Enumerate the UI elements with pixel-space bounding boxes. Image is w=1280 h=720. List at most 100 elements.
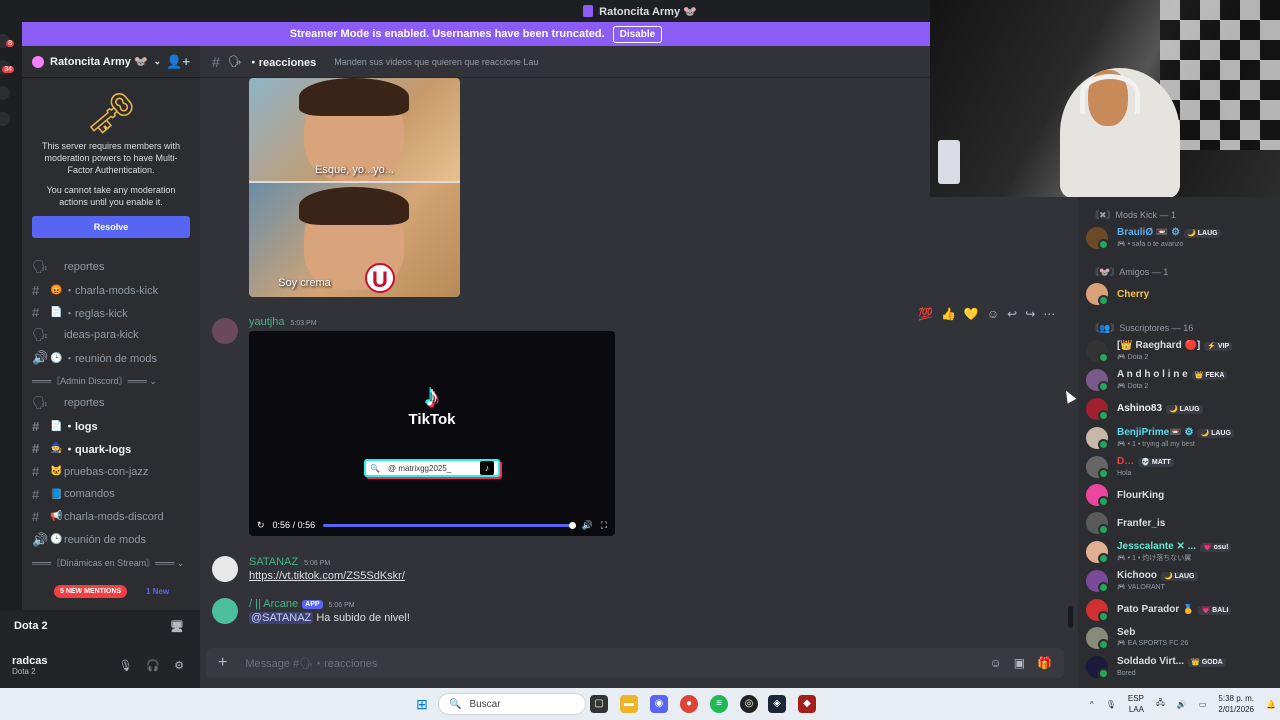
member-item[interactable]: Seb 🎮 EA SPORTS FC 26 xyxy=(1086,625,1256,651)
channel-label: ・logs xyxy=(64,421,98,434)
message-link[interactable]: https://vt.tiktok.com/ZS5SdKskr/ xyxy=(249,570,405,582)
member-item[interactable]: BenjiPrime📼 ⚙ 🌙 LAUG 🎮 • 1 • trying all my… xyxy=(1086,425,1256,451)
member-item[interactable]: Pato Parador 🥇 💗 BALI xyxy=(1086,597,1256,623)
add-attachment-icon[interactable]: + xyxy=(218,654,227,672)
thumbs-up-icon[interactable]: 👍 xyxy=(941,307,956,321)
member-item[interactable]: A n d h o l i n e 👑 FEKA 🎮 Dota 2 xyxy=(1086,367,1256,393)
guild-icon[interactable]: 34 xyxy=(0,60,14,74)
channel-list: 🗣 reportes # 😡 ・charla-mods-kick # 📄 ・reglas-ki… xyxy=(22,256,200,574)
channel-item[interactable]: # 📢 charla-mods-discord xyxy=(22,506,200,529)
channel-item[interactable]: # 🐱 pruebas-con-jazz xyxy=(22,460,200,483)
headphones-icon[interactable]: 🎧 xyxy=(146,659,160,672)
server-header[interactable]: Ratoncita Army 🐭 ⌄ 👤+ xyxy=(22,46,200,78)
video-progress-bar[interactable] xyxy=(323,521,577,529)
gif-icon[interactable]: ▣ xyxy=(1014,656,1025,670)
member-item[interactable]: D… 💀 MATT Hola xyxy=(1086,454,1256,480)
task-view-icon[interactable]: ▢ xyxy=(590,695,608,713)
reaction-icon[interactable]: 💛 xyxy=(964,307,979,321)
notification-icon[interactable]: 🔔 xyxy=(1266,700,1276,709)
user-mention[interactable]: @SATANAZ xyxy=(249,612,314,624)
member-item[interactable]: Cherry xyxy=(1086,281,1256,307)
channel-item[interactable]: # 📄 ・logs xyxy=(22,415,200,438)
language-indicator[interactable]: ESP LAA xyxy=(1128,693,1144,715)
channel-item[interactable]: # 📘 comandos xyxy=(22,483,200,506)
channel-item[interactable]: 🗣 reportes xyxy=(22,392,200,415)
resolve-button[interactable]: Resolve xyxy=(32,216,190,238)
microphone-icon[interactable]: 🎙 xyxy=(118,659,132,672)
replay-icon[interactable]: ↻ xyxy=(257,520,265,531)
avatar[interactable] xyxy=(212,318,238,344)
volume-icon[interactable]: 🔊 xyxy=(1177,700,1187,709)
invite-people-icon[interactable]: 👤+ xyxy=(166,54,190,70)
message-author[interactable]: SATANAZ 5:06 PM xyxy=(249,556,330,568)
disable-streamer-mode-button[interactable]: Disable xyxy=(612,25,663,43)
microphone-icon[interactable]: 🎙 xyxy=(1106,700,1116,709)
reply-icon[interactable]: ↩ xyxy=(1007,307,1017,321)
spotify-icon[interactable]: ≡ xyxy=(710,695,728,713)
member-item[interactable]: [👑 Raeghard 🔴] ⚡ VIP 🎮 Dota 2 xyxy=(1086,338,1256,364)
channel-label: ・reunión de mods xyxy=(64,353,157,366)
channel-category[interactable]: ═══〘Dinámicas en Stream〙═══ ⌄ xyxy=(22,551,200,574)
guild-icon[interactable]: 8 xyxy=(0,34,14,48)
member-text: Kichooo 🌙 LAUG 🎮 VALORANT xyxy=(1117,570,1198,593)
clock-date: 2/01/2026 xyxy=(1218,705,1254,714)
member-item[interactable]: Kichooo 🌙 LAUG 🎮 VALORANT xyxy=(1086,568,1256,594)
chat-scrollbar[interactable] xyxy=(1068,606,1073,628)
chevron-up-icon[interactable]: ^ xyxy=(1090,700,1094,709)
member-item[interactable]: Franfer_is xyxy=(1086,510,1256,536)
channel-emoji-icon: 🧙 xyxy=(50,443,63,455)
channel-item[interactable]: 🔊 🕒 ・reunión de mods xyxy=(22,347,200,370)
message-author[interactable]: / || Arcane APP 5:06 PM xyxy=(249,598,355,610)
meme-image-attachment[interactable]: Esque, yo...yo... Soy crema U xyxy=(249,78,460,297)
volume-icon[interactable]: 🔊 xyxy=(581,520,592,531)
channel-item[interactable]: 🗣 ideas-para-kick xyxy=(22,324,200,347)
avatar[interactable] xyxy=(212,556,238,582)
obs-icon[interactable]: ◎ xyxy=(740,695,758,713)
reaction-icon[interactable]: 💯 xyxy=(918,307,933,321)
new-mention-label[interactable]: 1 New xyxy=(146,587,169,596)
add-reaction-icon[interactable]: ☺ xyxy=(987,307,999,321)
more-icon[interactable]: ⋯ xyxy=(1043,307,1055,321)
new-mentions-pill[interactable]: 5 NEW MENTIONS xyxy=(54,585,128,598)
channel-item[interactable]: 🔊 🕒 reunión de mods xyxy=(22,528,200,551)
member-item[interactable]: FlourKing xyxy=(1086,482,1256,508)
member-name: BrauliØ 📼 ⚙ xyxy=(1117,226,1181,238)
fullscreen-icon[interactable]: ⛶ xyxy=(601,520,607,531)
guild-icon[interactable] xyxy=(0,86,10,100)
server-icon xyxy=(32,55,44,68)
emoji-icon[interactable]: ☺ xyxy=(989,656,1001,670)
guild-icon[interactable] xyxy=(0,112,10,126)
network-icon[interactable]: 🖧 xyxy=(1156,697,1165,711)
message-author[interactable]: yautjha 5:03 PM xyxy=(249,316,317,328)
search-placeholder: Buscar xyxy=(469,698,501,710)
chrome-icon[interactable]: ● xyxy=(680,695,698,713)
member-item[interactable]: Ashino83 🌙 LAUG xyxy=(1086,396,1256,422)
member-item[interactable]: Soldado Virt... 👑 GODA Bored xyxy=(1086,654,1256,680)
progress-knob[interactable] xyxy=(569,521,577,529)
channel-category[interactable]: ═══〘Admin Discord〙═══ ⌄ xyxy=(22,369,200,392)
battery-icon[interactable]: ▭ xyxy=(1199,700,1207,709)
app-badge: APP xyxy=(302,599,323,609)
screen-share-icon[interactable]: 🖥 xyxy=(170,620,184,633)
clock[interactable]: 5:38 p. m. 2/01/2026 xyxy=(1218,693,1254,715)
gear-icon[interactable]: ⚙ xyxy=(174,659,184,672)
member-item[interactable]: BrauliØ 📼 ⚙ 🌙 LAUG 🎮 • safa o te avanzo xyxy=(1086,225,1256,251)
steam-icon[interactable]: ◈ xyxy=(768,695,786,713)
video-attachment[interactable]: ♪ TikTok 🔍 @ matrixgg2025_ ♪ ↻ 0:56 / 0:… xyxy=(249,331,615,536)
forward-icon[interactable]: ↪ xyxy=(1025,307,1035,321)
channel-item[interactable]: # 😡 ・charla-mods-kick xyxy=(22,279,200,302)
discord-icon[interactable]: ◉ xyxy=(650,695,668,713)
member-item[interactable]: Jesscalante ✕ ... 💗 osu! 🎮 • 1 • 灼け落ちない翼 xyxy=(1086,539,1256,565)
gift-icon[interactable]: 🎁 xyxy=(1037,656,1052,670)
avatar[interactable] xyxy=(212,598,238,624)
user-info[interactable]: radcas Dota 2 xyxy=(12,655,47,676)
dota-icon[interactable]: ◆ xyxy=(798,695,816,713)
file-explorer-icon[interactable]: ▬ xyxy=(620,695,638,713)
taskbar-search[interactable]: 🔍 Buscar xyxy=(438,693,586,715)
channel-item[interactable]: # 📄 ・reglas-kick xyxy=(22,301,200,324)
windows-start-icon[interactable]: ⊞ xyxy=(413,695,431,713)
avatar xyxy=(1086,456,1109,479)
channel-item[interactable]: 🗣 reportes xyxy=(22,256,200,279)
channel-item[interactable]: # 🧙 ・quark-logs xyxy=(22,438,200,461)
message-input[interactable]: + Message #🗣・reacciones ☺ ▣ 🎁 xyxy=(206,648,1064,678)
